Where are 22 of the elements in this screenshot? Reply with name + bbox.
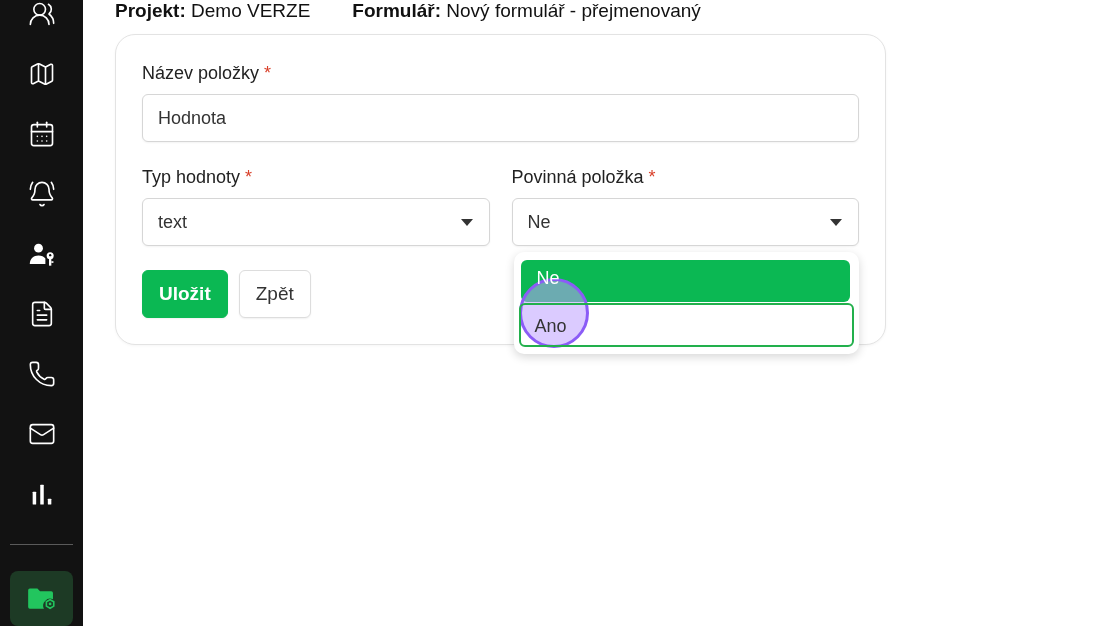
phone-icon: [27, 360, 56, 388]
select-field[interactable]: Ne: [511, 198, 859, 246]
field-label: Povinná položka: [511, 166, 644, 188]
input-field[interactable]: Hodnota: [142, 94, 859, 142]
nav-button[interactable]: [27, 180, 56, 208]
header-info: Formulář: Nový formulář - přejmenovaný: [352, 0, 701, 22]
back-button[interactable]: Zpět: [238, 270, 311, 318]
caret-icon: [460, 218, 473, 226]
caret-icon: [830, 218, 842, 226]
required-asterisk: *: [264, 62, 272, 84]
nav-button[interactable]: [27, 360, 56, 388]
field-label: Název položky: [142, 62, 260, 84]
users-icon: [27, 0, 56, 28]
select-field[interactable]: text: [142, 198, 490, 246]
field-label: Typ hodnoty: [142, 166, 241, 188]
nav-button[interactable]: [27, 0, 56, 28]
dropdown-option[interactable]: Ano: [518, 303, 854, 347]
nav-button[interactable]: [10, 571, 73, 626]
required-asterisk: *: [648, 166, 656, 188]
bell-icon: [27, 180, 56, 208]
required-asterisk: *: [245, 166, 253, 188]
header-info: Projekt: Demo VERZE: [115, 0, 311, 22]
